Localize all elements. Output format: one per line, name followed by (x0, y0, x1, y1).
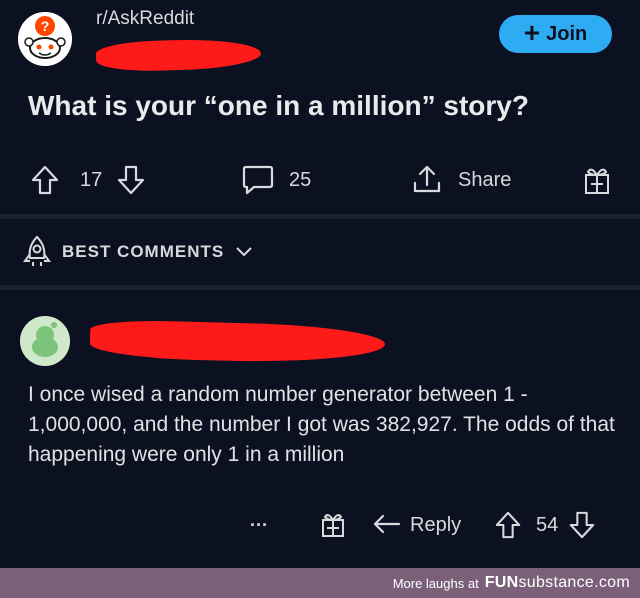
reply-button[interactable]: Reply (372, 505, 461, 545)
commenter-avatar[interactable] (20, 316, 70, 366)
award-icon (583, 163, 611, 197)
brand-fun: FUN (484, 574, 519, 591)
app-screen: ? r/AskReddit + Join What is your “one i… (0, 0, 640, 568)
join-label: Join (546, 22, 588, 45)
reply-icon (372, 512, 402, 538)
join-button[interactable]: + Join (499, 15, 612, 53)
downvote-icon[interactable] (568, 510, 596, 540)
divider (0, 285, 640, 290)
subreddit-avatar[interactable]: ? (18, 12, 72, 66)
post-title[interactable]: What is your “one in a million” story? (28, 90, 529, 122)
comment-actions: ··· Reply 54 (0, 505, 640, 545)
comment-icon (241, 163, 275, 197)
rocket-icon (22, 234, 52, 270)
upvote-icon[interactable] (494, 510, 522, 540)
post-upvote-count: 17 (80, 168, 103, 191)
redacted-username (95, 37, 262, 73)
watermark-footer: More laughs at FUNsubstance.com (0, 568, 640, 598)
comment-text: I once wised a random number generator b… (28, 383, 615, 466)
svg-text:?: ? (41, 18, 50, 34)
share-label: Share (458, 168, 512, 191)
chevron-down-icon (234, 245, 254, 259)
sort-label: BEST COMMENTS (62, 242, 225, 261)
comment-vote-group: 54 (494, 505, 596, 545)
post-header: ? r/AskReddit + Join (0, 0, 640, 80)
award-button[interactable] (583, 155, 611, 205)
brand-substance: substance (518, 574, 595, 591)
footer-brand[interactable]: FUNsubstance.com (485, 574, 630, 592)
more-options-button[interactable]: ··· (250, 505, 268, 545)
comment-award-button[interactable] (320, 505, 346, 545)
plus-icon: + (523, 16, 541, 48)
post-actions: 17 25 Share (0, 155, 640, 205)
divider (0, 214, 640, 219)
comments-button[interactable]: 25 (241, 155, 311, 205)
sort-selector[interactable]: BEST COMMENTS (22, 232, 254, 272)
footer-text: More laughs at (392, 575, 479, 591)
comment-count: 25 (289, 168, 312, 191)
share-icon (410, 163, 444, 197)
reply-label: Reply (410, 513, 462, 536)
upvote-icon[interactable] (30, 164, 60, 196)
downvote-icon[interactable] (116, 164, 146, 196)
post-vote-group: 17 (30, 155, 146, 205)
comment-upvote-count: 54 (536, 513, 559, 536)
share-button[interactable]: Share (410, 155, 511, 205)
brand-tld: .com (594, 574, 630, 591)
award-icon (320, 510, 346, 540)
redacted-commenter (89, 319, 386, 365)
subreddit-name[interactable]: r/AskReddit (96, 8, 194, 30)
